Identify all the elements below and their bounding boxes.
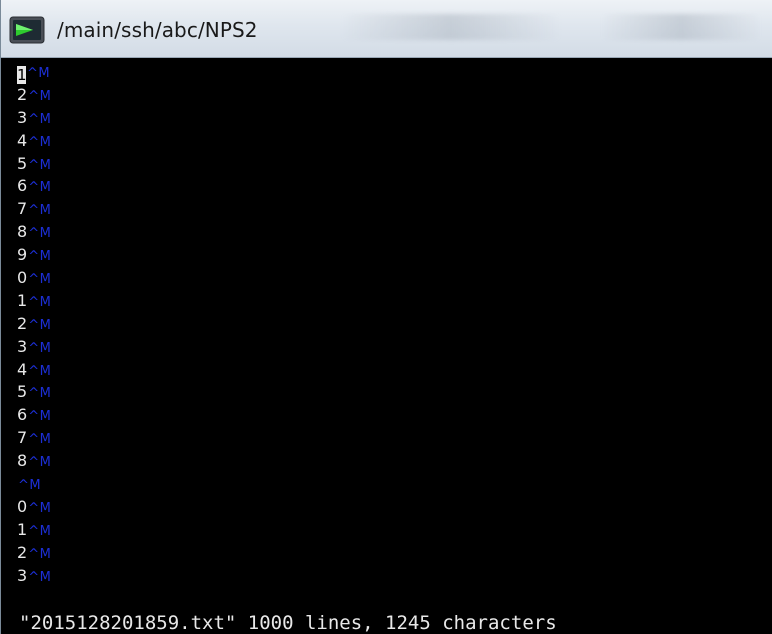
blurred-title-info [341,14,561,40]
line-text: 4 [17,359,28,379]
carriage-return-marker: ^M [27,66,51,81]
line-text: 1 [17,290,28,310]
line-text: 3 [17,565,28,585]
terminal-line: 6^M [17,404,757,427]
line-text: 0 [17,268,28,288]
carriage-return-marker: ^M [28,226,52,242]
terminal-line: 0^M [17,496,757,519]
carriage-return-marker: ^M [28,409,52,425]
carriage-return-marker: ^M [28,455,52,471]
terminal-line: 8^M [17,221,757,244]
carriage-return-marker: ^M [28,546,52,562]
terminal-line: 3^M [17,336,757,359]
terminal-line: 5^M [17,381,757,404]
title-bar[interactable]: /main/ssh/abc/NPS2 [1,0,772,58]
line-text: 6 [17,405,28,425]
carriage-return-marker: ^M [28,523,52,539]
terminal-line: 4^M [17,130,757,153]
carriage-return-marker: ^M [28,88,52,104]
terminal-line: 7^M [17,427,757,450]
carriage-return-marker: ^M [28,340,52,356]
line-text: 9 [17,245,28,265]
terminal-line: 1^M [17,290,757,313]
terminal-window: /main/ssh/abc/NPS2 1^M 2^M 3^M 4^M 5^M 6^M 7^M… [0,0,772,634]
line-text: 7 [17,428,28,448]
terminal-line: 6^M [17,175,757,198]
line-text: 2 [17,313,28,333]
line-text: 3 [17,107,28,127]
carriage-return-marker: ^M [28,249,52,265]
window-title: /main/ssh/abc/NPS2 [57,18,258,42]
carriage-return-marker: ^M [28,294,52,310]
line-text: 1 [17,66,27,84]
carriage-return-marker: ^M [28,500,52,516]
line-text: 2 [17,542,28,562]
terminal-icon [9,16,45,44]
line-text: 0 [17,496,28,516]
vi-status-line: "2015128201859.txt" 1000 lines, 1245 cha… [19,612,557,634]
terminal-line: 2^M [17,84,757,107]
blurred-title-info-2 [601,14,761,40]
terminal-line: 0^M [17,267,757,290]
line-text: 2 [17,84,28,104]
terminal-viewport[interactable]: 1^M 2^M 3^M 4^M 5^M 6^M 7^M 8^M 9^M 0^M 1^M 2^M 3^M 4… [1,58,772,634]
terminal-line: 2^M [17,542,757,565]
terminal-line: 2^M [17,313,757,336]
carriage-return-marker: ^M [28,363,52,379]
line-text: 8 [17,451,28,471]
carriage-return-marker: ^M [28,317,52,333]
terminal-line: 9^M [17,244,757,267]
terminal-line: 7^M [17,198,757,221]
terminal-line: 8^M [17,450,757,473]
carriage-return-marker: ^M [28,432,52,448]
terminal-line: 4^M [17,359,757,382]
carriage-return-marker: ^M [28,569,52,585]
line-text: 5 [17,382,28,402]
terminal-lines: 1^M 2^M 3^M 4^M 5^M 6^M 7^M 8^M 9^M 0^M 1^M 2^M 3^M 4… [17,61,757,587]
line-text: 6 [17,176,28,196]
line-text: 5 [17,153,28,173]
terminal-line: 3^M [17,107,757,130]
line-text: 1 [17,519,28,539]
terminal-line: 1^M [17,61,757,84]
terminal-line: 5^M [17,153,757,176]
carriage-return-marker: ^M [28,203,52,219]
terminal-line: 3^M [17,565,757,588]
carriage-return-marker: ^M [28,134,52,150]
carriage-return-marker: ^M [18,478,42,494]
terminal-line: ^M [17,473,757,496]
carriage-return-marker: ^M [28,157,52,173]
carriage-return-marker: ^M [28,111,52,127]
terminal-line: 1^M [17,519,757,542]
line-text: 4 [17,130,28,150]
line-text: 8 [17,222,28,242]
carriage-return-marker: ^M [28,180,52,196]
line-text: 7 [17,199,28,219]
carriage-return-marker: ^M [28,386,52,402]
carriage-return-marker: ^M [28,272,52,288]
line-text: 3 [17,336,28,356]
